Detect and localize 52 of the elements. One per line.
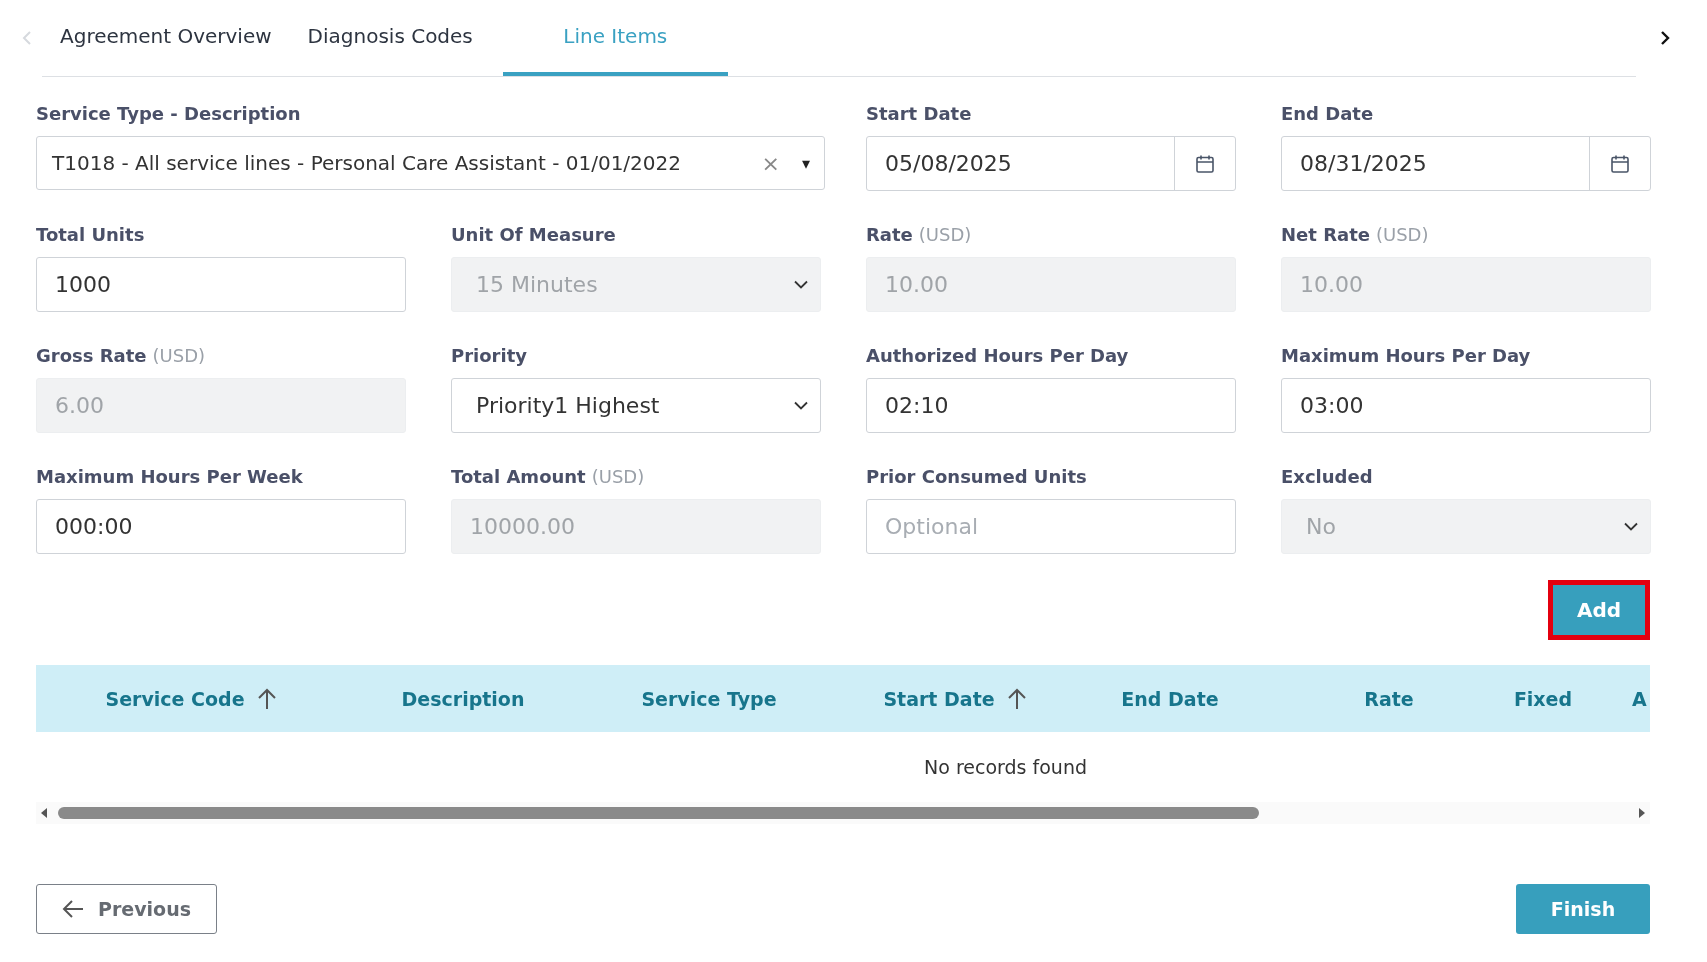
scrollbar-thumb[interactable] xyxy=(58,807,1259,819)
column-header[interactable]: End Date xyxy=(1121,687,1219,710)
column-header[interactable]: Description xyxy=(401,687,525,710)
add-button[interactable]: Add xyxy=(1548,580,1650,640)
tab[interactable]: Diagnosis Codes xyxy=(289,0,491,76)
service-type-combobox[interactable]: T1018 - All service lines - Personal Care Assistant - 01/01/2022 × ▾ xyxy=(36,136,825,190)
field-label: Prior Consumed Units xyxy=(866,466,1087,487)
caret-icon[interactable]: ▾ xyxy=(801,153,810,173)
field-label: Rate xyxy=(866,224,913,245)
field-label: Service Type - Description xyxy=(36,103,301,124)
field-label: Gross Rate xyxy=(36,345,147,366)
field-label: Authorized Hours Per Day xyxy=(866,345,1129,366)
unit-label: (USD) xyxy=(1375,224,1429,245)
unit-label: (USD) xyxy=(591,466,645,487)
scroll-right-icon[interactable] xyxy=(1638,807,1646,819)
tab[interactable]: Agreement Overview xyxy=(42,0,290,76)
sort-arrow-icon[interactable] xyxy=(1006,687,1027,710)
column-header[interactable]: A xyxy=(1632,687,1647,710)
unit-label: (USD) xyxy=(918,224,972,245)
field-label: Priority xyxy=(451,345,527,366)
field-label: End Date xyxy=(1281,103,1374,124)
clear-icon[interactable]: × xyxy=(761,150,780,176)
column-header[interactable]: Service Code xyxy=(105,687,245,710)
finish-button[interactable]: Finish xyxy=(1516,884,1650,934)
previous-button[interactable]: Previous xyxy=(36,884,217,934)
field-label: Start Date xyxy=(866,103,972,124)
field-label: Maximum Hours Per Day xyxy=(1281,345,1531,366)
field-label: Total Units xyxy=(36,224,145,245)
tab[interactable]: Line Items xyxy=(502,0,728,76)
field-label: Maximum Hours Per Week xyxy=(36,466,303,487)
chevron-right-icon[interactable] xyxy=(1660,30,1670,46)
input-field[interactable]: 000:00 xyxy=(36,499,406,554)
input-field[interactable]: 02:10 xyxy=(866,378,1236,433)
column-header[interactable]: Fixed xyxy=(1513,687,1573,710)
unit-label: (USD) xyxy=(152,345,206,366)
field-label: Net Rate xyxy=(1281,224,1370,245)
arrow-left-icon xyxy=(62,899,84,919)
column-header[interactable]: Start Date xyxy=(883,687,995,710)
horizontal-scrollbar[interactable] xyxy=(36,802,1650,824)
column-header[interactable]: Rate xyxy=(1364,687,1414,710)
sort-arrow-icon[interactable] xyxy=(256,687,277,710)
scroll-left-icon[interactable] xyxy=(40,807,48,819)
empty-message: No records found xyxy=(923,755,1088,780)
input-field[interactable]: Optional xyxy=(866,499,1236,554)
column-header[interactable]: Service Type xyxy=(641,687,777,710)
chevron-down-icon[interactable] xyxy=(794,401,808,410)
select-field[interactable]: Priority1 Highest xyxy=(451,378,821,433)
field-label: Total Amount xyxy=(451,466,586,487)
input-field[interactable]: 1000 xyxy=(36,257,406,312)
field-label: Excluded xyxy=(1281,466,1373,487)
input-field[interactable]: 03:00 xyxy=(1281,378,1651,433)
field-label: Unit Of Measure xyxy=(451,224,616,245)
